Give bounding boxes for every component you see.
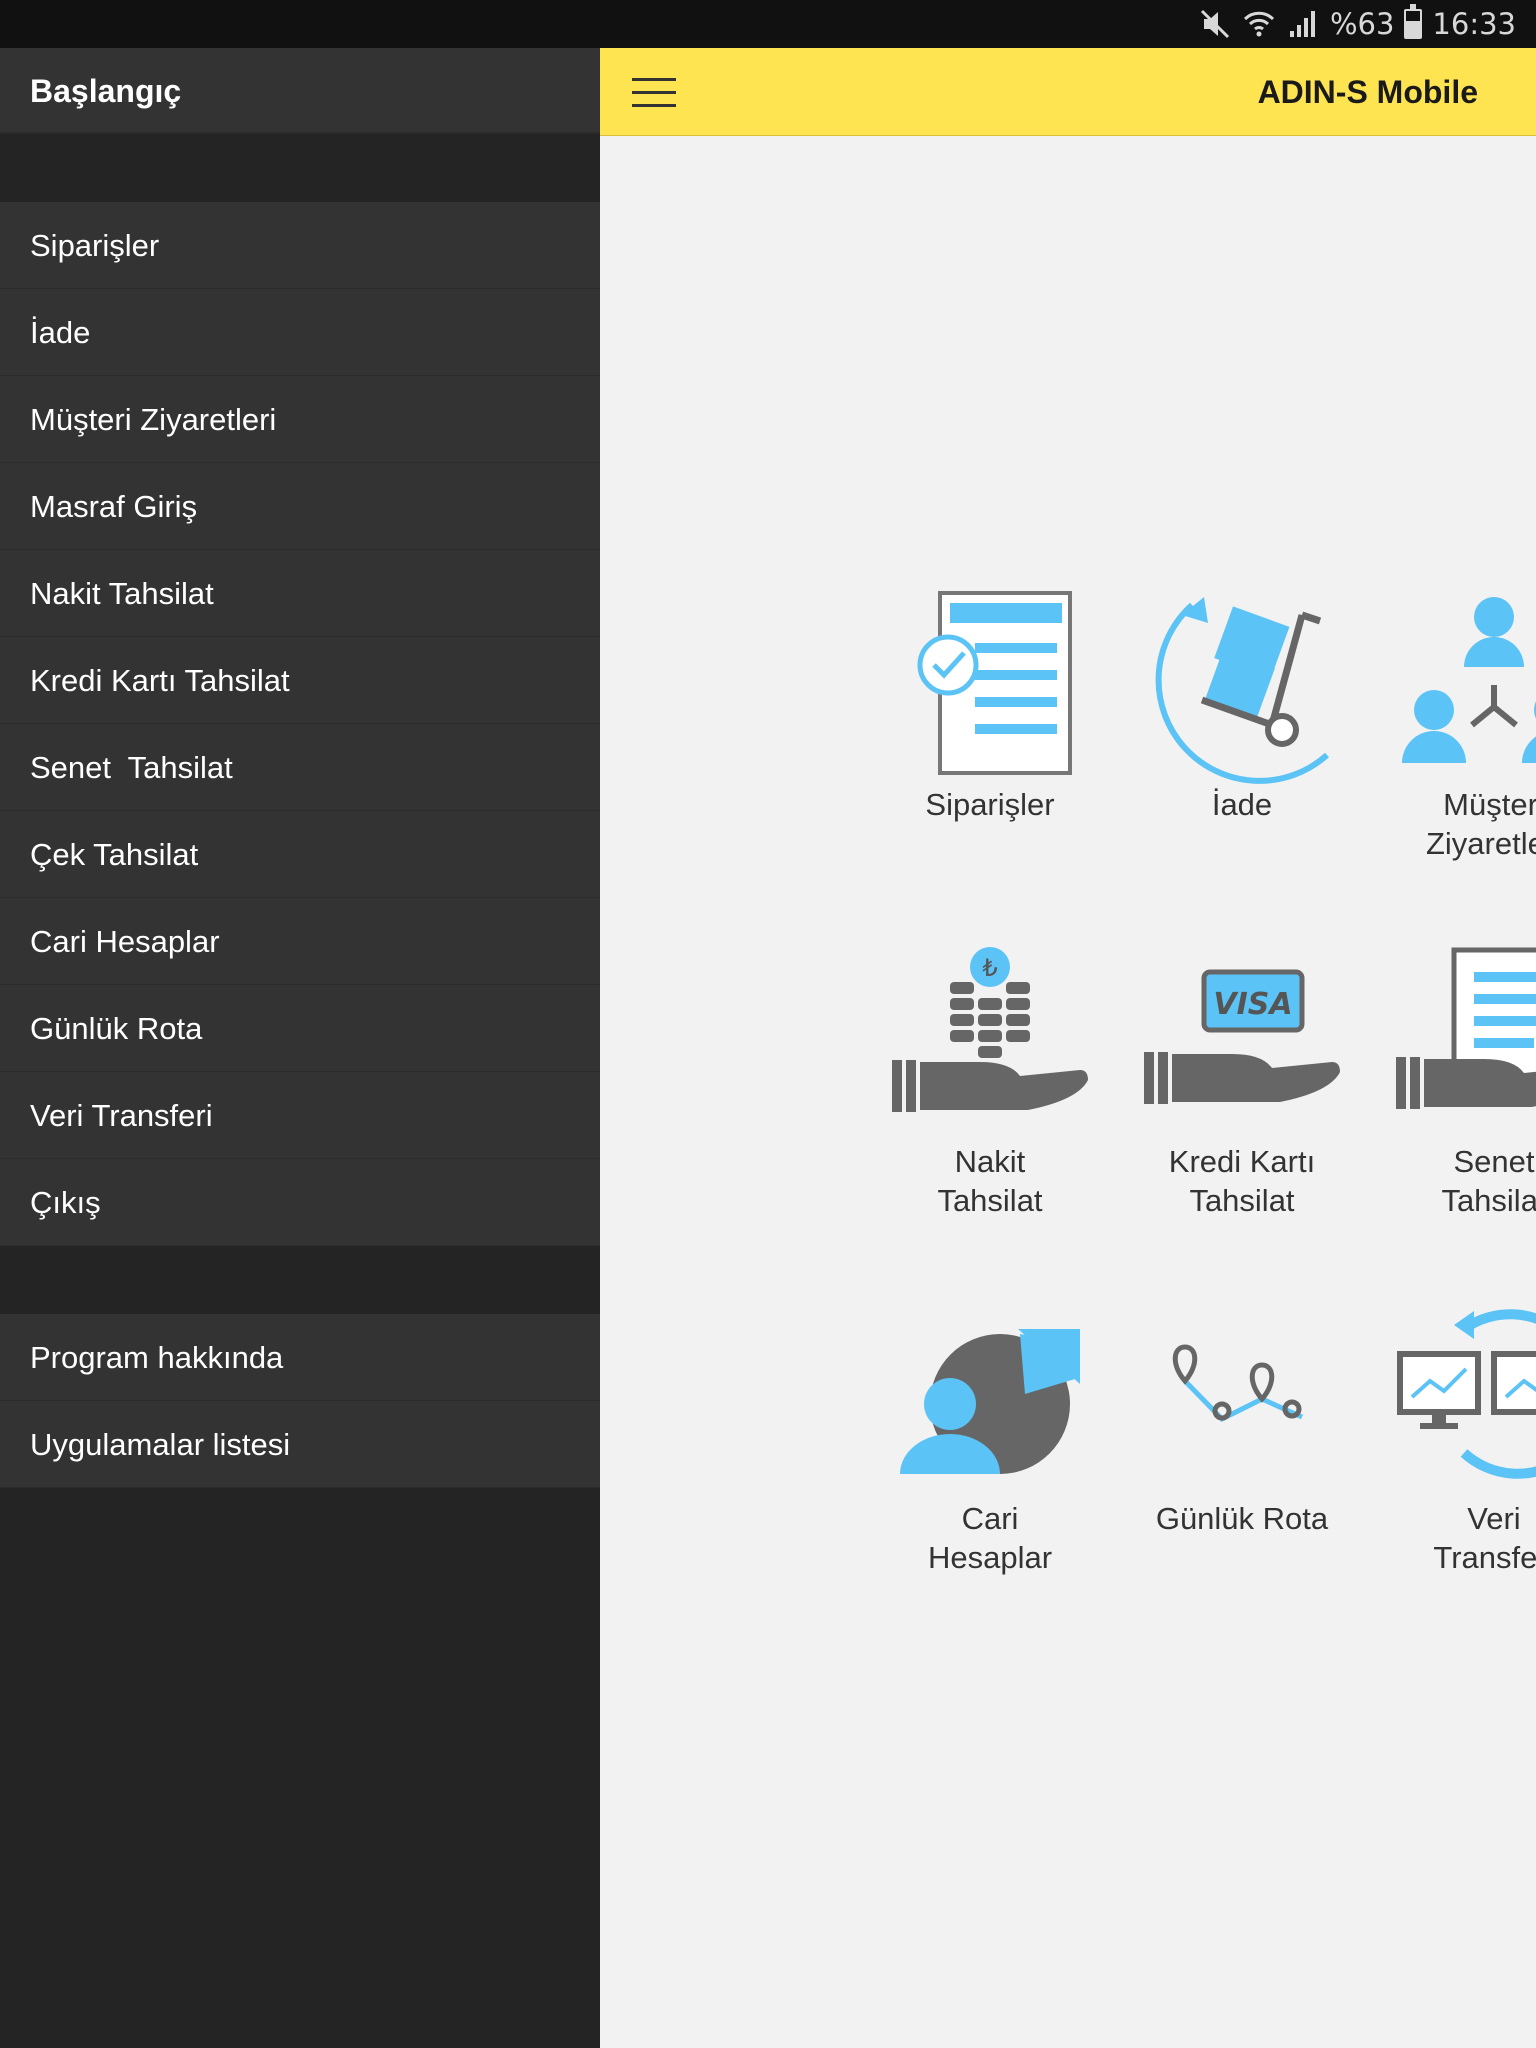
battery-icon <box>1404 4 1423 39</box>
mute-icon <box>1200 9 1230 39</box>
tile-musteri-ziyaretleri[interactable]: Müşteri Ziyaretleri <box>1379 585 1536 863</box>
drawer-item-musteri-ziyaretleri[interactable]: Müşteri Ziyaretleri <box>0 376 600 463</box>
tile-gunluk-rota[interactable]: Günlük Rota <box>1127 1299 1357 1538</box>
return-cart-icon <box>1155 597 1330 784</box>
tile-label: Müşteri Ziyaretleri <box>1425 787 1536 861</box>
tile-siparisler[interactable]: Siparişler <box>875 585 1105 824</box>
tile-kredi-karti-tahsilat[interactable]: VISA Kredi Kartı Tahsilat <box>1127 942 1357 1220</box>
hamburger-icon[interactable] <box>632 78 676 108</box>
drawer-item-uygulamalar-listesi[interactable]: Uygulamalar listesi <box>0 1401 600 1488</box>
tile-label: Cari Hesaplar <box>927 1501 1053 1575</box>
visa-text: VISA <box>1213 987 1292 1022</box>
tile-label: Senet Tahsilat <box>1441 1144 1536 1218</box>
cash-collection-icon: ₺ <box>892 947 1088 1112</box>
route-icon <box>1172 1344 1304 1423</box>
signal-icon <box>1289 11 1315 37</box>
clock: 16:33 <box>1432 7 1516 41</box>
drawer-menu: Siparişler İade Müşteri Ziyaretleri Masr… <box>0 202 600 1246</box>
tile-cari-hesaplar[interactable]: Cari Hesaplar <box>875 1299 1105 1577</box>
tile-label: İade <box>1211 787 1273 822</box>
tile-label: Günlük Rota <box>1155 1501 1329 1536</box>
drawer-item-gunluk-rota[interactable]: Günlük Rota <box>0 985 600 1072</box>
credit-card-icon: VISA <box>1144 969 1340 1104</box>
drawer-item-senet-tahsilat[interactable]: Senet Tahsilat <box>0 724 600 811</box>
tile-veri-transferi[interactable]: Veri Transferi <box>1379 1299 1536 1577</box>
tile-label: Veri Transferi <box>1433 1501 1536 1575</box>
data-transfer-icon <box>1397 1309 1536 1479</box>
tile-label: Kredi Kartı Tahsilat <box>1168 1144 1316 1218</box>
tile-label: Siparişler <box>925 787 1055 822</box>
drawer-item-cari-hesaplar[interactable]: Cari Hesaplar <box>0 898 600 985</box>
svg-text:₺: ₺ <box>982 954 997 982</box>
app-title: ADIN-S Mobile <box>1257 74 1478 110</box>
navigation-drawer: Başlangıç Siparişler İade Müşteri Ziyare… <box>0 48 600 2048</box>
tile-iade[interactable]: İade <box>1127 585 1357 824</box>
drawer-item-program-hakkinda[interactable]: Program hakkında <box>0 1314 600 1401</box>
drawer-item-nakit-tahsilat[interactable]: Nakit Tahsilat <box>0 550 600 637</box>
promissory-note-icon <box>1396 947 1536 1109</box>
drawer-item-iade[interactable]: İade <box>0 289 600 376</box>
drawer-item-masraf-giris[interactable]: Masraf Giriş <box>0 463 600 550</box>
wifi-icon <box>1243 11 1275 37</box>
customer-visit-icon <box>1402 597 1536 763</box>
drawer-item-cikis[interactable]: Çıkış <box>0 1159 600 1246</box>
tile-label: Nakit Tahsilat <box>937 1144 1043 1218</box>
drawer-spacer <box>0 134 600 202</box>
drawer-spacer <box>0 1246 600 1314</box>
app-bar: ADIN-S Mobile <box>600 48 1536 136</box>
drawer-footer-menu: Program hakkında Uygulamalar listesi <box>0 1314 600 1488</box>
drawer-item-veri-transferi[interactable]: Veri Transferi <box>0 1072 600 1159</box>
order-list-icon <box>917 591 1072 775</box>
drawer-item-kredi-karti-tahsilat[interactable]: Kredi Kartı Tahsilat <box>0 637 600 724</box>
status-indicators: %63 16:33 <box>1198 0 1516 48</box>
status-bar: %63 16:33 <box>0 0 1536 48</box>
drawer-item-cek-tahsilat[interactable]: Çek Tahsilat <box>0 811 600 898</box>
battery-percent: %63 <box>1329 7 1395 41</box>
drawer-header[interactable]: Başlangıç <box>0 48 600 134</box>
tile-senet-tahsilat[interactable]: Senet Tahsilat <box>1379 942 1536 1220</box>
drawer-item-siparisler[interactable]: Siparişler <box>0 202 600 289</box>
accounts-pie-icon <box>900 1329 1080 1474</box>
tile-nakit-tahsilat[interactable]: ₺ Nakit Tahsilat <box>875 942 1105 1220</box>
